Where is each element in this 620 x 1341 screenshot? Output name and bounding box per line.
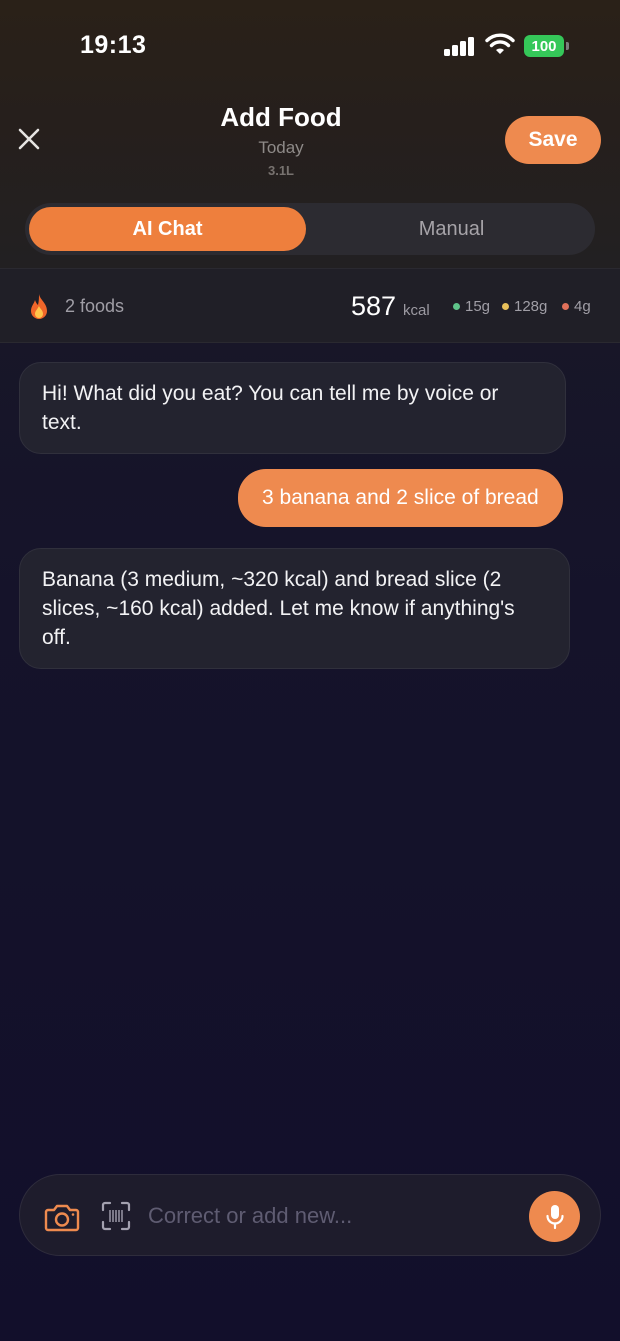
carbs-macro: 128g xyxy=(502,298,547,315)
fat-macro: 4g xyxy=(562,298,591,315)
save-button[interactable]: Save xyxy=(505,116,601,164)
calorie-total: 587 xyxy=(351,291,397,321)
chat-input-bar xyxy=(19,1174,601,1256)
battery-level: 100 xyxy=(531,37,557,55)
nutrition-summary: 2 foods 587 kcal 15g 128g 4g xyxy=(0,268,620,343)
food-count: 2 foods xyxy=(65,296,125,316)
page-title: Add Food xyxy=(220,102,342,132)
fat-value: 4g xyxy=(574,298,591,315)
assistant-message: Banana (3 medium, ~320 kcal) and bread s… xyxy=(19,548,570,669)
microphone-icon xyxy=(545,1204,564,1229)
tab-manual[interactable]: Manual xyxy=(312,207,591,251)
carbs-value: 128g xyxy=(514,298,548,315)
chat-input[interactable] xyxy=(148,1195,518,1237)
mode-segmented-control: AI Chat Manual xyxy=(25,203,595,255)
carbs-dot xyxy=(502,303,509,310)
tab-ai-chat[interactable]: AI Chat xyxy=(29,207,306,251)
barcode-scan-icon[interactable] xyxy=(101,1201,131,1231)
calorie-unit: kcal xyxy=(403,302,430,319)
battery-icon: 100 xyxy=(524,35,564,57)
user-message: 3 banana and 2 slice of bread xyxy=(238,469,563,527)
fire-icon xyxy=(31,294,47,319)
voice-input-button[interactable] xyxy=(529,1191,580,1242)
fat-dot xyxy=(562,303,569,310)
battery-tip xyxy=(566,42,569,50)
protein-macro: 15g xyxy=(453,298,490,315)
camera-icon[interactable] xyxy=(44,1202,80,1232)
wifi-icon xyxy=(485,33,515,54)
status-bar: 19:13 100 xyxy=(0,0,620,90)
top-header-area: 19:13 100 Add Food Today 3.1L Save AI Ch… xyxy=(0,0,620,268)
protein-dot xyxy=(453,303,460,310)
protein-value: 15g xyxy=(465,298,491,315)
date-subtitle: Today xyxy=(258,138,304,157)
assistant-message: Hi! What did you eat? You can tell me by… xyxy=(19,362,566,454)
cellular-signal-icon xyxy=(444,36,476,56)
status-time: 19:13 xyxy=(80,31,147,59)
water-amount: 3.1L xyxy=(267,163,294,178)
